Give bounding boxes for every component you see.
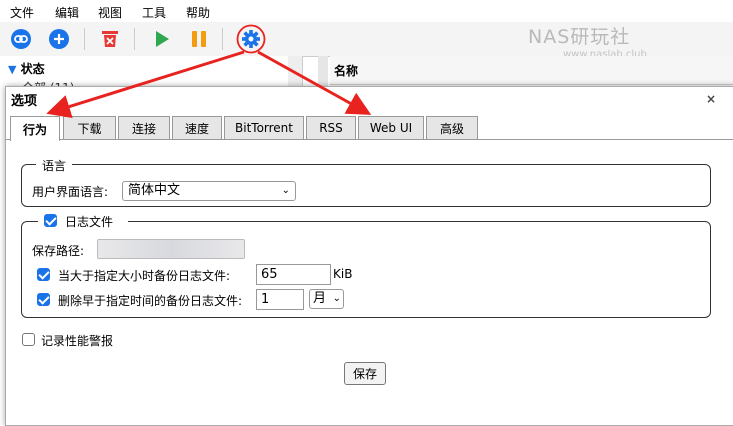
chevron-down-icon: ▼ <box>8 63 17 76</box>
ui-language-select[interactable]: 简体中文 ⌄ <box>122 181 296 201</box>
tab-behavior[interactable]: 行为 <box>10 116 60 141</box>
watermark-logo: NAS研玩社 <box>528 26 631 48</box>
log-file-legend: 日志文件 <box>38 213 128 229</box>
resume-button[interactable] <box>148 26 174 52</box>
sidebar-status-header[interactable]: ▼ 状态 <box>8 60 45 77</box>
close-icon[interactable]: × <box>706 92 716 106</box>
save-path-label: 保存路径: <box>32 244 85 258</box>
delete-old-logs-checkbox[interactable] <box>37 293 50 306</box>
dialog-title: 选项 <box>11 94 38 109</box>
ui-language-label: 用户界面语言: <box>32 185 109 199</box>
perf-warning-label: 记录性能警报 <box>41 334 114 348</box>
gear-icon <box>236 24 266 54</box>
tab-advanced[interactable]: 高级 <box>426 116 478 139</box>
tab-downloads[interactable]: 下载 <box>63 116 116 139</box>
toolbar-separator <box>134 28 135 50</box>
menu-view[interactable]: 视图 <box>98 4 122 21</box>
options-button[interactable] <box>236 24 266 54</box>
menu-help[interactable]: 帮助 <box>186 4 210 21</box>
link-icon <box>11 29 31 49</box>
add-link-button[interactable] <box>8 26 34 52</box>
trash-icon <box>102 31 118 47</box>
add-torrent-button[interactable] <box>46 26 72 52</box>
menu-bar: 文件 编辑 视图 工具 帮助 <box>0 0 733 23</box>
perf-warning-checkbox[interactable] <box>22 333 35 346</box>
backup-log-label: 当大于指定大小时备份日志文件: <box>58 269 231 283</box>
log-file-enable-checkbox[interactable] <box>44 214 57 227</box>
chevron-down-icon: ⌄ <box>281 185 290 196</box>
tab-bittorrent[interactable]: BitTorrent <box>224 116 304 139</box>
tab-speed[interactable]: 速度 <box>172 116 222 139</box>
plus-icon <box>49 29 69 49</box>
delete-button[interactable] <box>97 26 123 52</box>
delete-age-input[interactable]: 1 <box>256 289 304 310</box>
backup-size-unit: KiB <box>333 267 353 281</box>
backup-log-checkbox[interactable] <box>37 268 50 281</box>
menu-file[interactable]: 文件 <box>10 4 34 21</box>
language-legend: 语言 <box>36 157 73 174</box>
chevron-down-icon: ⌄ <box>332 293 341 304</box>
pause-button[interactable] <box>186 26 212 52</box>
menu-edit[interactable]: 编辑 <box>55 4 79 21</box>
column-header-name[interactable]: 名称 <box>330 56 733 85</box>
tab-rss[interactable]: RSS <box>306 116 356 139</box>
pause-icon <box>192 31 206 47</box>
toolbar-separator <box>84 28 85 50</box>
save-button[interactable]: 保存 <box>344 362 386 385</box>
save-path-input[interactable] <box>97 239 245 259</box>
play-icon <box>156 31 169 47</box>
delete-old-logs-label: 删除早于指定时间的备份日志文件: <box>58 294 243 308</box>
toolbar-separator <box>222 28 223 50</box>
backup-size-input[interactable]: 65 <box>256 264 331 285</box>
tab-connection[interactable]: 连接 <box>118 116 170 139</box>
delete-age-unit-select[interactable]: 月 ⌄ <box>309 289 344 309</box>
tab-web-ui[interactable]: Web UI <box>358 116 424 139</box>
menu-tools[interactable]: 工具 <box>142 4 166 21</box>
